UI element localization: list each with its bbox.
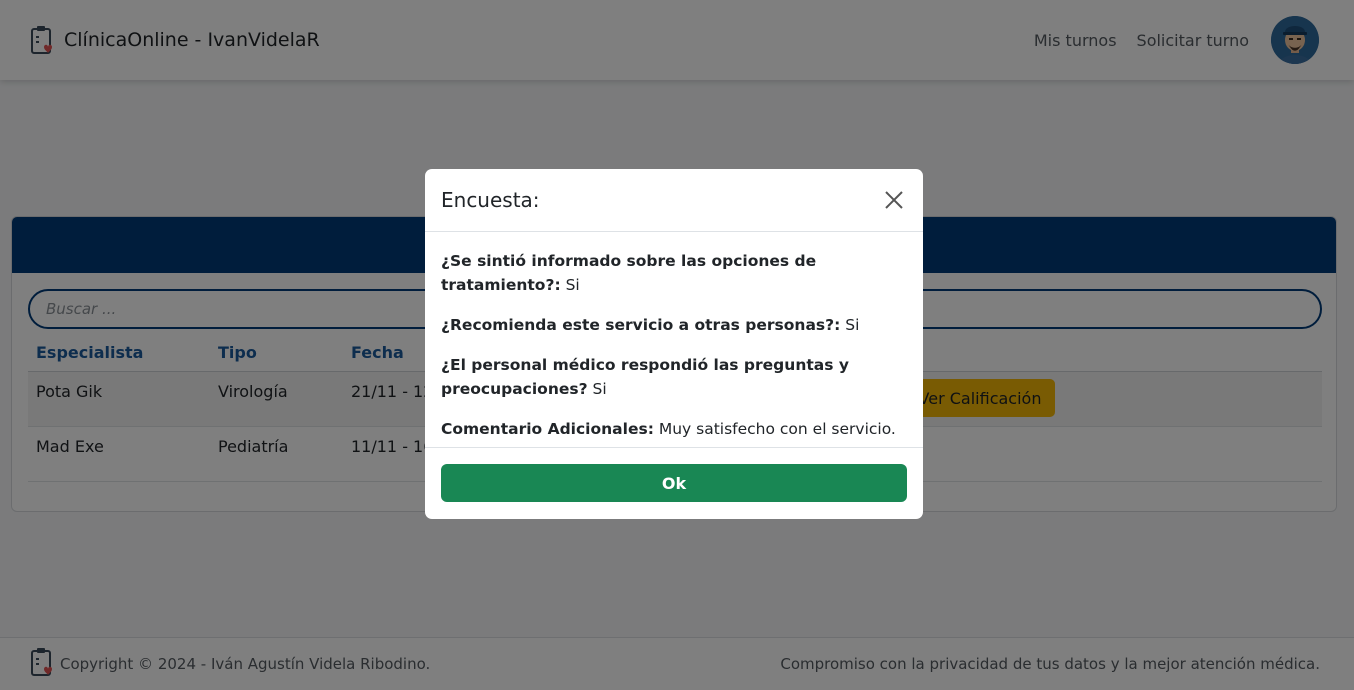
survey-answer: Si [845, 316, 860, 334]
survey-question: ¿El personal médico respondió las pregun… [441, 356, 849, 398]
encuesta-modal: Encuesta: ¿Se sintió informado sobre las… [425, 169, 923, 519]
close-button[interactable] [881, 187, 907, 213]
survey-answer: Si [592, 380, 607, 398]
survey-answer: Muy satisfecho con el servicio. [658, 420, 896, 438]
modal-title: Encuesta: [441, 188, 540, 212]
close-icon [885, 191, 903, 209]
survey-question: ¿Se sintió informado sobre las opciones … [441, 252, 817, 294]
survey-item: Comentario Adicionales: Muy satisfecho c… [441, 417, 907, 441]
survey-item: ¿El personal médico respondió las pregun… [441, 353, 907, 401]
modal-header: Encuesta: [425, 169, 923, 232]
modal-footer: Ok [425, 448, 923, 518]
survey-question: Comentario Adicionales: [441, 420, 654, 438]
survey-question: ¿Recomienda este servicio a otras person… [441, 316, 841, 334]
survey-answer: Si [565, 276, 580, 294]
ok-button[interactable]: Ok [441, 464, 907, 502]
survey-item: ¿Se sintió informado sobre las opciones … [441, 249, 907, 297]
survey-item: ¿Recomienda este servicio a otras person… [441, 313, 907, 337]
modal-body: ¿Se sintió informado sobre las opciones … [425, 232, 923, 448]
